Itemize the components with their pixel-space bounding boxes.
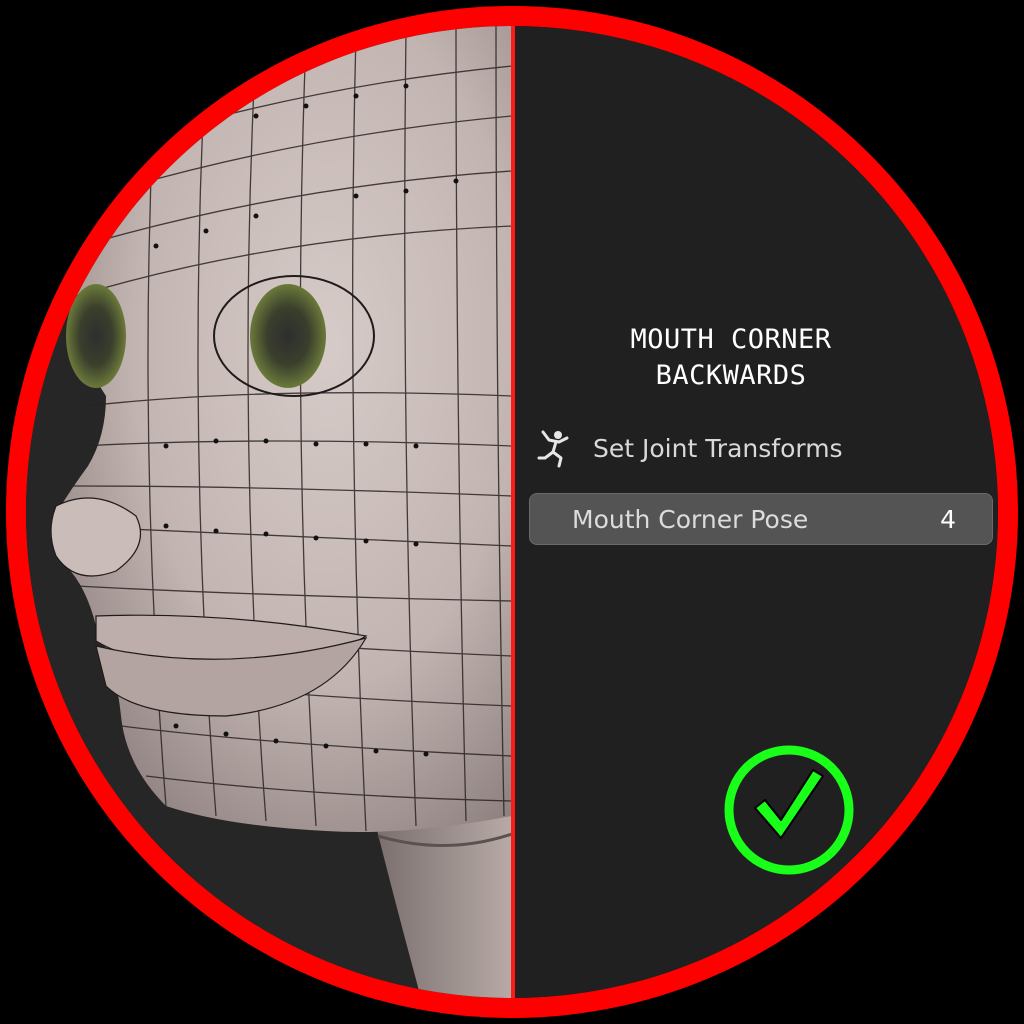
pose-field-label: Mouth Corner Pose — [572, 504, 809, 534]
mouth-corner-pose-field[interactable]: Mouth Corner Pose 4 — [529, 493, 993, 545]
head-mesh-render — [50, 26, 512, 998]
eye-left — [66, 284, 126, 388]
set-joint-transforms-operator[interactable]: Set Joint Transforms — [535, 428, 843, 468]
operator-label: Set Joint Transforms — [593, 433, 843, 463]
3d-viewport[interactable] — [26, 26, 512, 998]
circular-view: MOUTH CORNER BACKWARDS Set Joint Transfo… — [26, 26, 998, 998]
pose-field-value: 4 — [940, 504, 956, 534]
eye-right — [250, 284, 326, 388]
screenshot-frame: MOUTH CORNER BACKWARDS Set Joint Transfo… — [0, 0, 1024, 1024]
properties-panel: MOUTH CORNER BACKWARDS Set Joint Transfo… — [515, 26, 998, 998]
pose-title-line2: BACKWARDS — [655, 360, 807, 391]
pose-figure-icon — [537, 430, 569, 468]
pose-title-line1: MOUTH CORNER — [630, 324, 832, 355]
pose-title: MOUTH CORNER BACKWARDS — [581, 322, 881, 394]
checkmark-circle-icon — [724, 745, 854, 875]
